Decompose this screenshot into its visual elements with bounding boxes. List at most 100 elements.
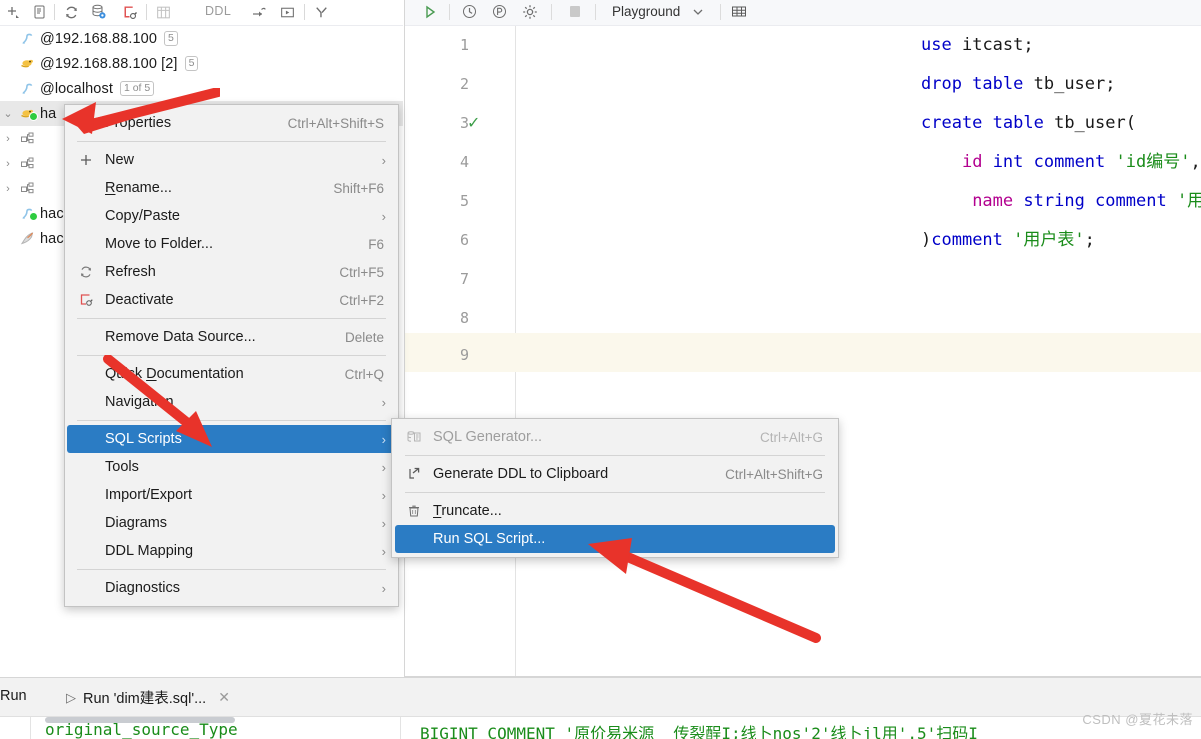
tree-item-label: hac (40, 230, 64, 247)
menu-item-copy-paste[interactable]: Copy/Paste › (67, 202, 396, 230)
plus-icon (67, 152, 105, 168)
deactivate-icon (67, 292, 105, 308)
editor-toolbar-separator-2 (551, 4, 552, 20)
sql-editor-pane: Playground 1 2 3 4 5 6 7 8 9 ✓ use itcas… (404, 0, 1201, 676)
menu-item-move-to-folder[interactable]: Move to Folder... F6 (67, 230, 396, 258)
submenu-item-label: Run SQL Script... (433, 531, 546, 547)
run-tool-window: Run ▷ Run 'dim建表.sql'... ✕ original_sour… (0, 677, 1201, 739)
data-source-context-menu[interactable]: Properties Ctrl+Alt+Shift+S New › Rename… (64, 104, 399, 607)
code-line-5: name string comment '用户名' (972, 191, 1201, 211)
menu-item-label: Copy/Paste (105, 208, 180, 224)
hive-connection-icon (16, 80, 40, 98)
expand-arrow[interactable]: › (0, 133, 16, 145)
line-number: 2 (459, 75, 469, 93)
line-number: 3 (459, 114, 469, 132)
editor-toolbar: Playground (405, 0, 1201, 26)
chevron-right-icon: › (381, 394, 386, 410)
play-triangle-icon: ▷ (66, 689, 76, 705)
collapse-arrow[interactable]: ⌄ (0, 107, 16, 120)
history-icon[interactable] (461, 3, 478, 20)
sql-scripts-submenu[interactable]: SQL Generator... Ctrl+Alt+G Generate DDL… (391, 418, 839, 558)
menu-item-navigation[interactable]: Navigation › (67, 388, 396, 416)
editor-toolbar-separator-4 (720, 4, 721, 20)
menu-separator (77, 318, 386, 319)
add-icon[interactable] (2, 2, 24, 22)
line-number: 7 (459, 270, 469, 288)
menu-item-tools[interactable]: Tools › (67, 453, 396, 481)
editor-toolbar-separator (449, 4, 450, 20)
parameters-icon[interactable] (491, 3, 508, 20)
run-console-output[interactable]: original_source_Type BIGINT COMMENT '原价易… (0, 717, 1201, 739)
chevron-right-icon: › (381, 431, 386, 447)
tree-item-label: @192.168.88.100 (40, 30, 158, 47)
menu-item-accelerator: Ctrl+F5 (339, 264, 384, 280)
menu-item-ddl-mapping[interactable]: DDL Mapping › (67, 537, 396, 565)
submenu-item-label: Truncate... (433, 503, 502, 519)
tree-row[interactable]: @localhost 1 of 5 (0, 76, 403, 101)
submenu-item-run-sql-script[interactable]: Run SQL Script... (395, 525, 835, 553)
menu-item-remove-data-source[interactable]: Remove Data Source... Delete (67, 323, 396, 351)
menu-item-sql-scripts[interactable]: SQL Scripts › (67, 425, 396, 453)
submenu-item-label: Generate DDL to Clipboard (433, 466, 609, 482)
deactivate-icon[interactable] (118, 2, 140, 22)
menu-item-label: Properties (105, 115, 172, 131)
code-line-3: create table tb_user( (921, 113, 1136, 133)
menu-item-label: Refresh (105, 264, 156, 280)
schema-selector[interactable]: Playground (612, 4, 680, 19)
menu-separator (77, 569, 386, 570)
menu-item-properties[interactable]: Properties Ctrl+Alt+Shift+S (67, 109, 396, 137)
run-tool-window-label[interactable]: Run (0, 688, 27, 704)
stop-icon[interactable] (567, 3, 583, 19)
menu-item-import-export[interactable]: Import/Export › (67, 481, 396, 509)
code-line-4: id int comment 'id编号', (961, 152, 1201, 172)
menu-item-label: Remove Data Source... (105, 329, 256, 345)
menu-item-diagnostics[interactable]: Diagnostics › (67, 574, 396, 602)
run-tab-label: Run 'dim建表.sql'... (83, 691, 207, 707)
line-number: 9 (459, 346, 469, 364)
filter-icon[interactable] (310, 2, 332, 22)
submenu-item-label-rest: runcate... (441, 503, 502, 519)
submenu-item-generate-ddl-to-clipboard[interactable]: Generate DDL to Clipboard Ctrl+Alt+Shift… (395, 460, 835, 488)
grid-icon[interactable] (730, 3, 748, 21)
menu-separator (77, 141, 386, 142)
code-line-2: drop table tb_user; (921, 74, 1116, 94)
ddl-label[interactable]: DDL (205, 4, 231, 18)
watermark: CSDN @夏花未落 (1082, 712, 1193, 727)
expand-arrow[interactable]: › (0, 183, 16, 195)
line-number: 4 (459, 153, 469, 171)
submenu-separator (405, 492, 825, 493)
jump-to-icon[interactable] (248, 2, 270, 22)
menu-item-new[interactable]: New › (67, 146, 396, 174)
submenu-item-accelerator: Ctrl+Alt+G (759, 429, 823, 445)
settings-icon[interactable] (521, 3, 539, 21)
menu-item-diagrams[interactable]: Diagrams › (67, 509, 396, 537)
menu-item-label: DDL Mapping (105, 543, 194, 559)
menu-item-refresh[interactable]: Refresh Ctrl+F5 (67, 258, 396, 286)
execute-icon[interactable] (421, 3, 439, 21)
close-icon[interactable]: ✕ (218, 689, 230, 706)
run-configuration-tab[interactable]: ▷ Run 'dim建表.sql'... ✕ (66, 687, 230, 708)
hive-connection-icon (16, 30, 40, 48)
menu-item-rename[interactable]: Rename... Shift+F6 (67, 174, 396, 202)
editor-toolbar-separator-3 (595, 4, 596, 20)
hive-connection-icon (16, 205, 40, 223)
code-line-6: )comment '用户表'; (921, 230, 1095, 250)
expand-arrow[interactable]: › (0, 158, 16, 170)
console-icon[interactable] (29, 2, 51, 22)
tree-row[interactable]: @192.168.88.100 [2] 5 (0, 51, 403, 76)
tree-item-badge: 5 (164, 31, 178, 46)
refresh-icon[interactable] (60, 2, 82, 22)
table-icon[interactable] (152, 2, 174, 22)
menu-item-quick-documentation[interactable]: Quick Documentation Ctrl+Q (67, 360, 396, 388)
submenu-item-truncate[interactable]: Truncate... (395, 497, 835, 525)
run-icon[interactable] (276, 2, 298, 22)
tree-row[interactable]: @192.168.88.100 5 (0, 26, 403, 51)
sql-generator-icon (395, 429, 433, 445)
database-settings-icon[interactable] (88, 2, 110, 22)
menu-item-deactivate[interactable]: Deactivate Ctrl+F2 (67, 286, 396, 314)
schema-icon (16, 130, 40, 148)
submenu-item-label: SQL Generator... (433, 429, 543, 445)
menu-item-accelerator: Shift+F6 (333, 180, 384, 196)
toolbar-separator-2 (146, 4, 147, 20)
chevron-down-icon[interactable] (692, 6, 704, 18)
